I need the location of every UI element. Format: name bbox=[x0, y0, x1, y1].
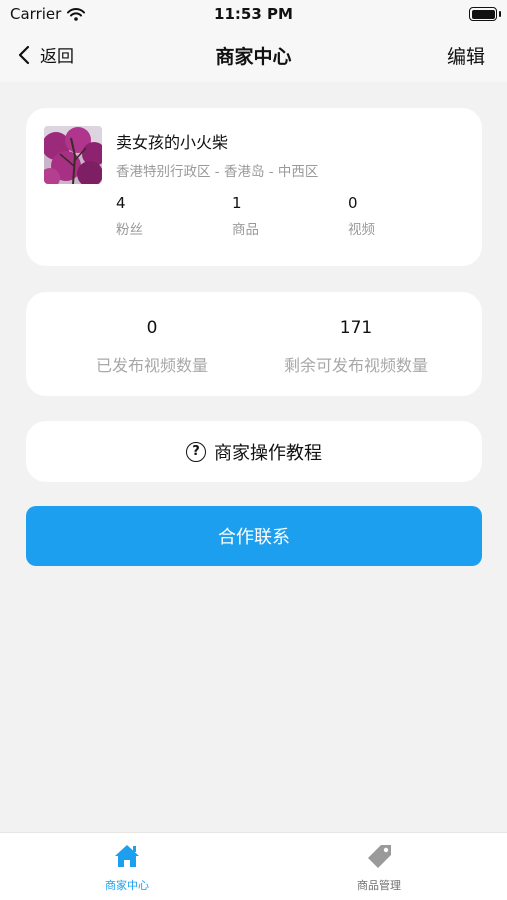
tab-product-management[interactable]: 商品管理 bbox=[319, 843, 439, 893]
home-icon bbox=[115, 845, 139, 867]
tab-label: 商家中心 bbox=[105, 879, 149, 892]
stat-label: 视频 bbox=[348, 222, 375, 238]
published-videos: 0 已发布视频数量 bbox=[52, 318, 252, 376]
page-title: 商家中心 bbox=[215, 46, 292, 68]
back-button[interactable]: 返回 bbox=[18, 42, 74, 67]
cooperation-contact-button[interactable]: 合作联系 bbox=[26, 506, 482, 566]
help-circle-icon: ? bbox=[186, 441, 206, 462]
merchant-profile-card: 卖女孩的小火柴 香港特别行政区 - 香港岛 - 中西区 4 粉丝 1 商品 0 … bbox=[26, 108, 482, 266]
stat-label: 粉丝 bbox=[116, 222, 143, 238]
stat-label: 商品 bbox=[232, 222, 259, 238]
remaining-count: 171 bbox=[339, 318, 373, 338]
battery-icon bbox=[469, 7, 497, 21]
published-label: 已发布视频数量 bbox=[95, 356, 208, 375]
contact-label: 合作联系 bbox=[218, 527, 290, 548]
status-bar: Carrier 11:53 PM bbox=[0, 0, 507, 28]
stat-value: 4 bbox=[116, 194, 126, 212]
back-label: 返回 bbox=[40, 47, 74, 67]
tab-bar: 商家中心 商品管理 bbox=[0, 832, 507, 900]
avatar[interactable] bbox=[44, 126, 102, 184]
stat-value: 1 bbox=[232, 194, 242, 212]
stat-followers[interactable]: 4 粉丝 bbox=[116, 194, 143, 238]
stat-products[interactable]: 1 商品 bbox=[232, 194, 259, 238]
tab-merchant-center[interactable]: 商家中心 bbox=[67, 843, 187, 893]
status-time: 11:53 PM bbox=[214, 5, 293, 23]
shop-location: 香港特别行政区 - 香港岛 - 中西区 bbox=[116, 164, 319, 180]
navigation-bar: 返回 商家中心 编辑 bbox=[0, 28, 507, 82]
merchant-tutorial-button[interactable]: ? 商家操作教程 bbox=[26, 421, 482, 482]
tab-label: 商品管理 bbox=[357, 879, 401, 892]
stat-value: 0 bbox=[348, 194, 358, 212]
tag-icon bbox=[368, 845, 391, 868]
stat-videos[interactable]: 0 视频 bbox=[348, 194, 375, 238]
video-quota-card: 0 已发布视频数量 171 剩余可发布视频数量 bbox=[26, 292, 482, 396]
chevron-left-icon bbox=[18, 45, 30, 64]
remaining-label: 剩余可发布视频数量 bbox=[283, 356, 428, 375]
tutorial-label: 商家操作教程 bbox=[214, 442, 322, 464]
published-count: 0 bbox=[146, 318, 158, 338]
remaining-videos: 171 剩余可发布视频数量 bbox=[256, 318, 456, 376]
shop-name: 卖女孩的小火柴 bbox=[116, 133, 229, 152]
edit-button[interactable]: 编辑 bbox=[447, 42, 485, 69]
